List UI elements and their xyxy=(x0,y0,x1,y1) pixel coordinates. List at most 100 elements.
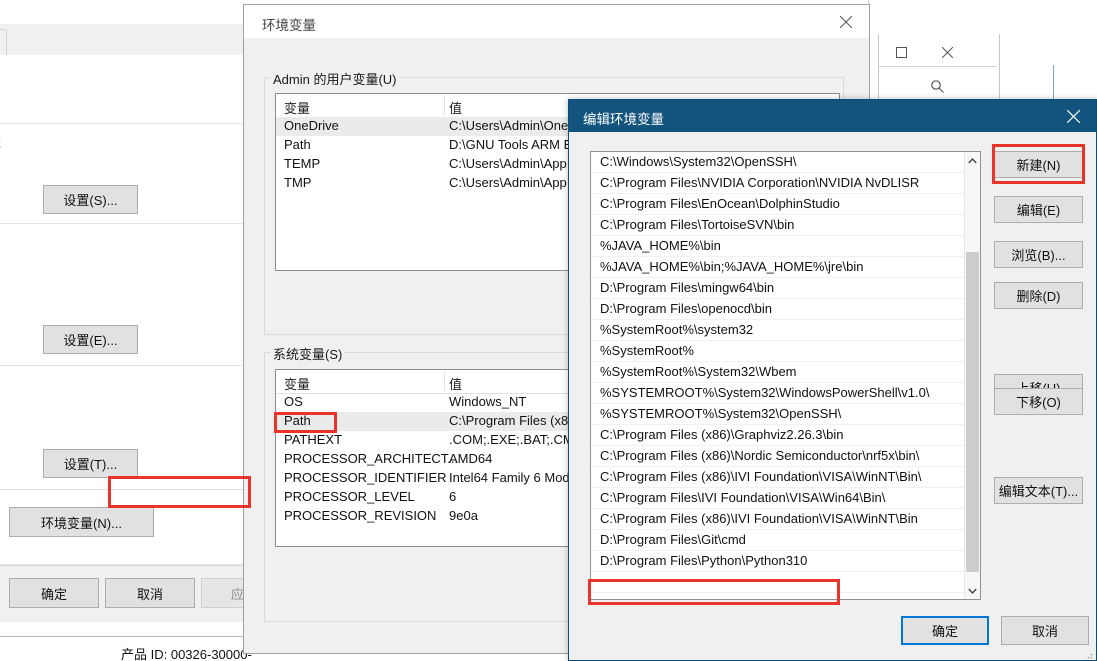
divider xyxy=(0,365,281,366)
path-entry-row[interactable]: %SystemRoot% xyxy=(591,341,966,362)
button-label: 新建(N) xyxy=(1016,155,1060,174)
path-entry-row[interactable]: C:\Program Files\TortoiseSVN\bin xyxy=(591,215,966,236)
path-entry-row-highlighted[interactable]: D:\Program Files\Python\Python310 xyxy=(591,551,966,572)
search-icon[interactable] xyxy=(930,79,945,97)
variable-name-cell: Path xyxy=(284,413,311,428)
variable-value-cell: Intel64 Family 6 Mod xyxy=(449,470,570,485)
path-entry-row[interactable]: C:\Program Files\EnOcean\DolphinStudio xyxy=(591,194,966,215)
system-properties-window: 统保护 远程 为管理员登录。 存使用，以及虚拟内存 设置(S)... 设置(E)… xyxy=(0,24,280,637)
path-entry-row[interactable] xyxy=(591,572,966,593)
tab-remote[interactable]: 远程 xyxy=(0,29,7,55)
path-entry-row[interactable]: C:\Program Files (x86)\Graphviz2.26.3\bi… xyxy=(591,425,966,446)
variable-name-cell: PATHEXT xyxy=(284,432,342,447)
edit-cancel-button[interactable]: 取消 xyxy=(1001,616,1089,645)
screenshot-root: 统保护 远程 为管理员登录。 存使用，以及虚拟内存 设置(S)... 设置(E)… xyxy=(0,0,1097,661)
variable-value-cell: C:\Users\Admin\One xyxy=(449,118,568,133)
path-entry-row[interactable]: %SystemRoot%\System32\Wbem xyxy=(591,362,966,383)
browse-button[interactable]: 浏览(B)... xyxy=(994,241,1083,268)
divider xyxy=(0,489,281,490)
move-down-button[interactable]: 下移(O) xyxy=(994,388,1083,415)
button-label: 取消 xyxy=(1032,621,1058,640)
close-icon[interactable] xyxy=(1051,100,1096,132)
variable-name-cell: PROCESSOR_LEVEL xyxy=(284,489,415,504)
path-entry-row[interactable]: %JAVA_HOME%\bin;%JAVA_HOME%\jre\bin xyxy=(591,257,966,278)
variable-name-cell: TEMP xyxy=(284,156,320,171)
path-entry-row[interactable]: C:\Windows\System32\OpenSSH\ xyxy=(591,152,966,173)
path-entry-row[interactable]: C:\Program Files (x86)\IVI Foundation\VI… xyxy=(591,509,966,530)
button-label: 设置(E)... xyxy=(63,330,117,349)
button-label: 取消 xyxy=(137,584,163,603)
settings-s-button[interactable]: 设置(S)... xyxy=(43,185,138,214)
edit-text-button[interactable]: 编辑文本(T)... xyxy=(994,477,1083,504)
button-label: 浏览(B)... xyxy=(1011,245,1065,264)
button-label: 设置(S)... xyxy=(63,190,117,209)
resize-grip[interactable] xyxy=(1083,647,1093,657)
path-entry-row[interactable]: %SYSTEMROOT%\System32\WindowsPowerShell\… xyxy=(591,383,966,404)
button-label: 下移(O) xyxy=(1016,392,1061,411)
user-variables-label: Admin 的用户变量(U) xyxy=(270,69,400,88)
path-entry-row[interactable]: C:\Program Files (x86)\IVI Foundation\VI… xyxy=(591,467,966,488)
column-separator xyxy=(444,96,445,115)
edit-dialog-title: 编辑环境变量 xyxy=(583,108,664,128)
edit-dialog-titlebar: 编辑环境变量 xyxy=(569,100,1096,132)
variable-value-cell: 9e0a xyxy=(449,508,478,523)
variable-value-cell: C:\Program Files (x86 xyxy=(449,413,575,428)
variable-value-cell: C:\Users\Admin\App xyxy=(449,175,567,190)
column-separator xyxy=(444,372,445,391)
env-titlebar: 环境变量 xyxy=(244,5,869,38)
system-variables-label: 系统变量(S) xyxy=(270,344,345,363)
path-entry-row[interactable]: C:\Program Files\IVI Foundation\VISA\Win… xyxy=(591,488,966,509)
variable-value-cell: 6 xyxy=(449,489,456,504)
variable-value-cell: .COM;.EXE;.BAT;.CMD xyxy=(449,432,583,447)
variable-value-cell: D:\GNU Tools ARM E xyxy=(449,137,572,152)
path-entries-list[interactable]: C:\Windows\System32\OpenSSH\C:\Program F… xyxy=(590,151,981,600)
variable-value-cell: Windows_NT xyxy=(449,394,526,409)
close-icon[interactable] xyxy=(927,38,967,66)
edit-ok-button[interactable]: 确定 xyxy=(901,616,989,645)
chevron-down-icon[interactable] xyxy=(965,582,980,599)
delete-button[interactable]: 删除(D) xyxy=(994,282,1083,309)
variable-name-cell: OneDrive xyxy=(284,118,339,133)
variable-value-cell: C:\Users\Admin\App xyxy=(449,156,567,171)
button-label: 确定 xyxy=(932,621,958,640)
maximize-icon[interactable] xyxy=(881,38,921,66)
path-entry-row[interactable]: D:\Program Files\openocd\bin xyxy=(591,299,966,320)
button-label: 编辑文本(T)... xyxy=(999,481,1078,500)
path-entry-row[interactable]: C:\Program Files (x86)\Nordic Semiconduc… xyxy=(591,446,966,467)
path-list-scrollbar[interactable] xyxy=(964,152,980,599)
close-icon[interactable] xyxy=(823,5,869,38)
path-entry-row[interactable]: %JAVA_HOME%\bin xyxy=(591,236,966,257)
path-entry-row[interactable]: D:\Program Files\mingw64\bin xyxy=(591,278,966,299)
memory-text: 存使用，以及虚拟内存 xyxy=(0,135,1,154)
path-entry-row[interactable]: %SYSTEMROOT%\System32\OpenSSH\ xyxy=(591,404,966,425)
variable-name-cell: PROCESSOR_ARCHITECT... xyxy=(284,451,458,466)
divider xyxy=(0,223,281,224)
variable-name-cell: OS xyxy=(284,394,303,409)
ok-button[interactable]: 确定 xyxy=(9,578,99,608)
new-button[interactable]: 新建(N) xyxy=(994,151,1083,178)
variable-value-cell: AMD64 xyxy=(449,451,492,466)
system-properties-footer: 确定 取消 应用( xyxy=(0,565,281,622)
cancel-button[interactable]: 取消 xyxy=(105,578,195,608)
button-label: 设置(T)... xyxy=(64,454,117,473)
scrollbar-thumb[interactable] xyxy=(966,252,979,572)
variable-name-cell: TMP xyxy=(284,175,311,190)
column-variable: 变量 xyxy=(284,374,310,393)
product-id-text: 产品 ID: 00326-30000- xyxy=(121,644,252,661)
path-entry-row[interactable]: C:\Program Files\NVIDIA Corporation\NVID… xyxy=(591,173,966,194)
column-value: 值 xyxy=(449,374,462,393)
divider xyxy=(0,123,281,124)
edit-button[interactable]: 编辑(E) xyxy=(994,196,1083,223)
settings-e-button[interactable]: 设置(E)... xyxy=(43,325,138,354)
path-entry-row[interactable]: %SystemRoot%\system32 xyxy=(591,320,966,341)
button-label: 确定 xyxy=(41,584,67,603)
system-properties-panel: 为管理员登录。 存使用，以及虚拟内存 设置(S)... 设置(E)... 信息 … xyxy=(0,55,281,636)
variable-name-cell: PROCESSOR_IDENTIFIER xyxy=(284,470,447,485)
variable-name-cell: PROCESSOR_REVISION xyxy=(284,508,436,523)
chevron-up-icon[interactable] xyxy=(965,152,980,169)
settings-t-button[interactable]: 设置(T)... xyxy=(43,449,138,478)
button-label: 环境变量(N)... xyxy=(41,513,122,532)
path-entry-row[interactable]: D:\Program Files\Git\cmd xyxy=(591,530,966,551)
environment-variables-button[interactable]: 环境变量(N)... xyxy=(9,507,154,537)
button-label: 编辑(E) xyxy=(1017,200,1060,219)
